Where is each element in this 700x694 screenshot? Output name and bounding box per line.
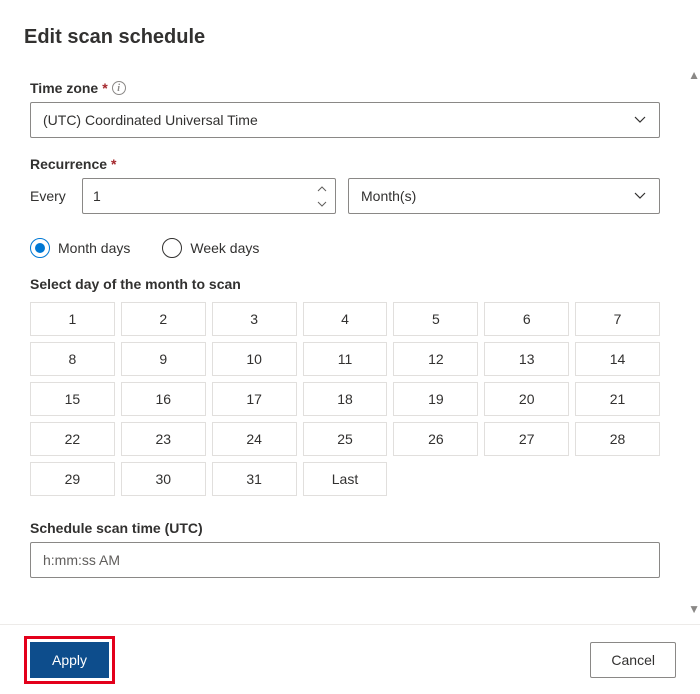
day-cell[interactable]: 14	[575, 342, 660, 376]
day-cell[interactable]: 31	[212, 462, 297, 496]
day-cell[interactable]: 12	[393, 342, 478, 376]
day-cell[interactable]: 16	[121, 382, 206, 416]
panel-header: Edit scan schedule	[0, 0, 700, 57]
day-cell[interactable]: 25	[303, 422, 388, 456]
chevron-down-icon	[633, 113, 647, 127]
day-mode-radio-group: Month days Week days	[30, 238, 660, 258]
apply-button[interactable]: Apply	[30, 642, 109, 678]
day-cell[interactable]: 11	[303, 342, 388, 376]
spinner-up-button[interactable]	[311, 181, 333, 196]
info-icon[interactable]: i	[112, 81, 126, 95]
page-title: Edit scan schedule	[24, 26, 676, 49]
day-cell[interactable]: 9	[121, 342, 206, 376]
day-cell[interactable]: 28	[575, 422, 660, 456]
day-cell[interactable]: 18	[303, 382, 388, 416]
timezone-label: Time zone * i	[30, 80, 660, 96]
spinner-down-button[interactable]	[311, 196, 333, 211]
day-cell[interactable]: 8	[30, 342, 115, 376]
cancel-button[interactable]: Cancel	[590, 642, 676, 678]
day-cell[interactable]: 17	[212, 382, 297, 416]
day-cell[interactable]: 19	[393, 382, 478, 416]
every-label: Every	[30, 188, 70, 204]
radio-month-days[interactable]: Month days	[30, 238, 130, 258]
required-marker: *	[111, 156, 116, 172]
day-cell[interactable]: 13	[484, 342, 569, 376]
timezone-select[interactable]: (UTC) Coordinated Universal Time	[30, 102, 660, 138]
day-cell[interactable]: Last	[303, 462, 388, 496]
timezone-value: (UTC) Coordinated Universal Time	[43, 112, 258, 128]
day-cell[interactable]: 26	[393, 422, 478, 456]
day-cell[interactable]: 24	[212, 422, 297, 456]
day-cell[interactable]: 5	[393, 302, 478, 336]
day-cell[interactable]: 22	[30, 422, 115, 456]
radio-icon	[162, 238, 182, 258]
form-scroll-area[interactable]: Time zone * i (UTC) Coordinated Universa…	[0, 62, 690, 624]
day-cell[interactable]: 30	[121, 462, 206, 496]
scroll-up-arrow-icon: ▲	[688, 68, 700, 82]
apply-button-highlight: Apply	[24, 636, 115, 684]
day-cell[interactable]: 3	[212, 302, 297, 336]
schedule-time-input[interactable]	[30, 542, 660, 578]
day-cell[interactable]: 4	[303, 302, 388, 336]
chevron-down-icon	[633, 189, 647, 203]
interval-unit-select[interactable]: Month(s)	[348, 178, 660, 214]
radio-label: Week days	[190, 240, 259, 256]
day-cell[interactable]: 6	[484, 302, 569, 336]
interval-unit-value: Month(s)	[361, 188, 416, 204]
recurrence-label: Recurrence *	[30, 156, 660, 172]
recurrence-row: Every 1 Month(s)	[30, 178, 660, 214]
radio-week-days[interactable]: Week days	[162, 238, 259, 258]
day-picker-subtitle: Select day of the month to scan	[30, 276, 660, 292]
day-cell[interactable]: 2	[121, 302, 206, 336]
every-count-input[interactable]: 1	[82, 178, 336, 214]
required-marker: *	[102, 80, 107, 96]
day-cell[interactable]: 23	[121, 422, 206, 456]
day-cell[interactable]: 29	[30, 462, 115, 496]
day-cell[interactable]: 15	[30, 382, 115, 416]
day-cell[interactable]: 27	[484, 422, 569, 456]
day-of-month-grid: 1234567891011121314151617181920212223242…	[30, 302, 660, 496]
scroll-down-arrow-icon: ▼	[688, 602, 700, 616]
day-cell[interactable]: 1	[30, 302, 115, 336]
day-cell[interactable]: 20	[484, 382, 569, 416]
footer-bar: Apply Cancel	[0, 624, 700, 694]
schedule-time-label: Schedule scan time (UTC)	[30, 520, 660, 536]
day-cell[interactable]: 7	[575, 302, 660, 336]
every-count-value: 1	[93, 188, 101, 204]
radio-label: Month days	[58, 240, 130, 256]
day-cell[interactable]: 21	[575, 382, 660, 416]
radio-icon	[30, 238, 50, 258]
day-cell[interactable]: 10	[212, 342, 297, 376]
